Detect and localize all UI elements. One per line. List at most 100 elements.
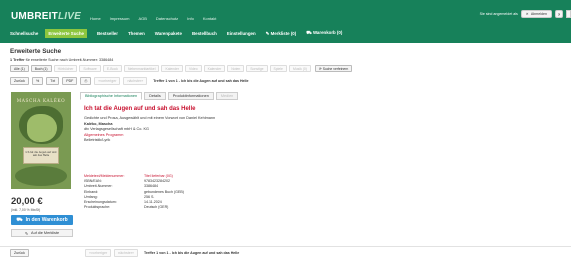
page-title: Erweiterte Suche [10,48,62,55]
top-link-kontakt[interactable]: Kontakt [203,16,217,21]
nav-merkliste[interactable]: ✎ Merkliste (0) [266,31,297,37]
pdf-button[interactable]: PDF [62,76,78,85]
filter-ebook: E-Book [102,65,122,72]
filter-nebenmarkt: Nebenmarktartikel [123,65,160,72]
result-count: 1 [10,58,13,62]
cover-decoration [27,114,57,142]
nav-warenpakete[interactable]: Warenpakete [155,31,182,36]
book-genre: Belletristik/Lyrik [84,138,111,142]
bottom-toolbar: Zurück « vorheriger nächster » Treffer 1… [10,249,239,257]
filter-sonstige: Sonstige [246,65,268,72]
nav-erweiterte-suche[interactable]: Erweiterte Suche [45,29,87,38]
cart-icon: ⛟ [16,216,23,223]
header: UMBREITLIVE Home Impressum AGB Datenschu… [0,0,571,43]
refine-search-button[interactable]: ⟳ Suche verfeinern [314,65,353,72]
meta-row: Produktsprache: Deutsch (GER) [84,205,184,210]
printer-icon: ⎙ [84,78,88,83]
next-button: nächster » [123,76,148,85]
book-subtitle: Gedichte und Prosa, Ausgewählt und mit e… [84,116,216,120]
nav-warenkorb-label: Warenkorb (0) [312,30,343,35]
price-tax-note: (inkl. 7,00 % MwSt) [11,208,41,212]
tab-details[interactable]: Details [144,92,166,100]
help-button[interactable]: ? [555,10,563,18]
result-description: für erweiterte Suche nach Umbreit-Nummer… [25,58,114,62]
filter-alle[interactable]: Alle (1) [10,65,29,72]
type-filter-row: Alle (1) Buch (1) Hörbücher Software E-B… [10,65,353,72]
tab-medien: Medien [215,92,239,100]
print-button[interactable]: ⎙ [80,76,92,85]
bibliographic-details: Gedichte und Prosa, Ausgewählt und mit e… [84,116,215,144]
next-button-bottom: nächster » [114,249,138,257]
filter-hoerbuecher: Hörbücher [53,65,78,72]
top-link-agb[interactable]: AGB [138,16,146,21]
nav-themen[interactable]: Themen [128,31,145,36]
treffer-info-bottom: Treffer 1 von 1 - Ich bis die Augen auf … [143,251,240,255]
back-button-bottom[interactable]: Zurück [10,249,29,257]
top-link-impressum[interactable]: Impressum [110,16,130,21]
filter-video: Video [185,65,202,72]
nav-warenkorb[interactable]: ⛟ Warenkorb (0) [306,30,342,37]
logo-accent: LIVE [57,11,81,22]
add-to-watchlist-button[interactable]: ✎ Auf die Merkliste [11,229,73,237]
cart-icon: ⛟ [306,30,313,35]
add-to-watchlist-label: Auf die Merkliste [31,231,60,235]
percent-button[interactable]: % [31,76,44,85]
next-label: nächster [127,78,142,83]
menu-button[interactable] [566,10,571,18]
book-title: Ich tat die Augen auf und sah das Helle [84,106,196,112]
text-size-icon: Txt [50,78,56,83]
top-link-datenschutz[interactable]: Datenschutz [156,16,178,21]
nav-bestellbuch[interactable]: Bestellbuch [192,31,217,36]
meta-key: Produktsprache: [84,205,111,210]
add-to-cart-button[interactable]: ⛟ In den Warenkorb [11,215,73,225]
cover-author: MASCHA KALÉKO [16,99,66,104]
filter-spiele: Spiele [269,65,287,72]
cover-title: Ich tat die Augen auf und sah das Helle [25,151,57,157]
nav-merkliste-label: Merkliste (0) [270,30,297,36]
meta-value: Deutsch (GER) [144,205,169,210]
text-size-button[interactable]: Txt [46,76,60,85]
nav-einstellungen[interactable]: Einstellungen [227,31,256,36]
back-button[interactable]: Zurück [10,76,29,85]
prev-button: « vorheriger [94,76,121,85]
tab-produktinformationen[interactable]: Produktinformationen [167,92,214,100]
add-to-cart-label: In den Warenkorb [25,217,68,223]
book-cover-image[interactable]: MASCHA KALÉKO Ich tat die Augen auf und … [11,92,71,189]
result-word: Treffer [13,58,25,62]
logo-main: UMBREIT [11,11,58,22]
top-nav: Home Impressum AGB Datenschutz Info Kont… [90,16,216,21]
top-link-info[interactable]: Info [187,16,194,21]
next-label: nächster [118,251,132,255]
nav-schnellsuche[interactable]: Schnellsuche [10,31,38,36]
result-toolbar: Zurück % Txt PDF ⎙ « vorheriger nächster… [10,76,249,85]
filter-kalender-2: Kalender [203,65,226,72]
percent-icon: % [35,78,40,83]
treffer-info: Treffer 1 von 1 - Ich bis die Augen auf … [153,78,249,83]
nav-bestseller[interactable]: Bestseller [97,31,118,36]
detail-tabs: Bibliographische Informationen Details P… [80,92,239,100]
user-text: Sie sind angemeldet als [479,12,518,16]
pdf-icon: PDF [66,78,74,83]
umbreit-live-logo[interactable]: UMBREITLIVE [11,11,81,22]
price: 20,00 € [11,196,43,207]
product-meta: Meldetext/Meldenummer: Titel lieferbar (0… [84,174,184,210]
cover-decoration [15,166,67,186]
main-nav: Schnellsuche Erweiterte Suche Bestseller… [10,29,342,38]
filter-software: Software [79,65,101,72]
top-link-home[interactable]: Home [90,16,101,21]
logout-button[interactable]: ✕ Abmelden [520,10,552,18]
prev-label: vorheriger [90,251,108,255]
result-summary: 1 Treffer für erweiterte Suche nach Umbr… [10,58,113,62]
prev-button-bottom: « vorheriger [84,249,112,257]
refine-label: Suche verfeinern [322,66,349,71]
cover-title-box: Ich tat die Augen auf und sah das Helle [23,147,59,164]
pin-icon: ✎ [24,231,29,236]
user-box: Sie sind angemeldet als ✕ Abmelden ? [480,10,571,18]
close-icon: ✕ [525,12,529,16]
filter-kalender: Kalender [161,65,184,72]
filter-buch[interactable]: Buch (1) [30,65,52,72]
prev-label: vorheriger [100,78,117,83]
logout-label: Abmelden [530,12,547,16]
filter-noten: Noten [227,65,245,72]
tab-bibliographische-informationen[interactable]: Bibliographische Informationen [80,92,143,100]
